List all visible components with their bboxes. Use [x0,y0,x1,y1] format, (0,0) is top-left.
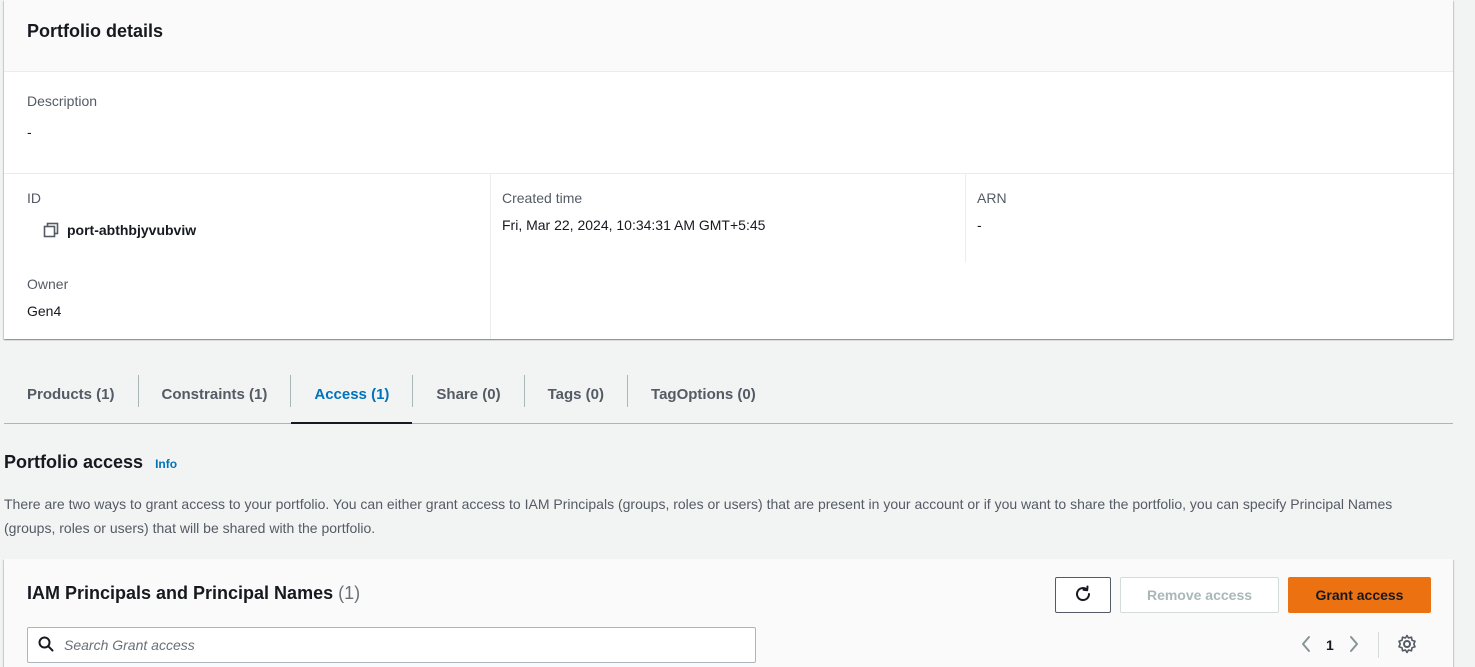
arn-value: - [977,217,982,233]
portfolio-access-heading: Portfolio access Info [4,452,177,473]
tab-access[interactable]: Access (1) [291,366,413,424]
description-value: - [27,124,32,140]
chevron-left-icon[interactable] [1300,635,1312,656]
tab-share[interactable]: Share (0) [413,366,523,423]
pagination: 1 [1300,632,1417,658]
remove-access-button[interactable]: Remove access [1120,577,1279,613]
portfolio-id-value: port-abthbjyvubviw [67,222,197,238]
owner-value: Gen4 [27,303,62,319]
created-time-value: Fri, Mar 22, 2024, 10:34:31 AM GMT+5:45 [502,217,766,233]
principals-count: (1) [338,583,361,603]
tab-tags[interactable]: Tags (0) [525,366,627,423]
id-label: ID [27,190,41,206]
copy-icon[interactable] [43,222,59,238]
search-icon [38,636,54,655]
description-label: Description [27,93,98,109]
portfolio-access-description: There are two ways to grant access to yo… [4,496,1393,536]
owner-label: Owner [27,276,69,292]
column-divider [490,174,491,339]
pager-divider [1377,632,1379,658]
portfolio-details-title: Portfolio details [27,21,164,41]
grant-access-button[interactable]: Grant access [1288,577,1431,613]
refresh-icon [1073,584,1093,607]
tab-tagoptions[interactable]: TagOptions (0) [628,366,779,423]
chevron-right-icon[interactable] [1348,635,1360,656]
column-divider [965,174,966,262]
refresh-button[interactable] [1055,577,1111,613]
description-section: Description - [4,72,1453,174]
tab-constraints[interactable]: Constraints (1) [139,366,291,423]
portfolio-tabs: Products (1) Constraints (1) Access (1) … [4,366,1453,424]
portfolio-details-header: Portfolio details [4,0,1453,72]
portfolio-id: port-abthbjyvubviw [43,222,196,238]
arn-label: ARN [977,190,1007,206]
principals-table-card: IAM Principals and Principal Names (1) R… [4,559,1453,667]
portfolio-details-card: Portfolio details Description - ID port-… [4,0,1453,339]
created-time-label: Created time [502,190,583,206]
principals-table-title-text: IAM Principals and Principal Names [27,583,334,603]
search-field[interactable] [27,627,756,663]
info-link[interactable]: Info [155,457,177,471]
gear-icon[interactable] [1397,634,1417,657]
page-number[interactable]: 1 [1326,637,1334,653]
search-input[interactable] [64,637,744,653]
tab-products[interactable]: Products (1) [4,366,138,423]
portfolio-access-title: Portfolio access [4,452,144,472]
principals-table-title: IAM Principals and Principal Names (1) [27,583,360,604]
